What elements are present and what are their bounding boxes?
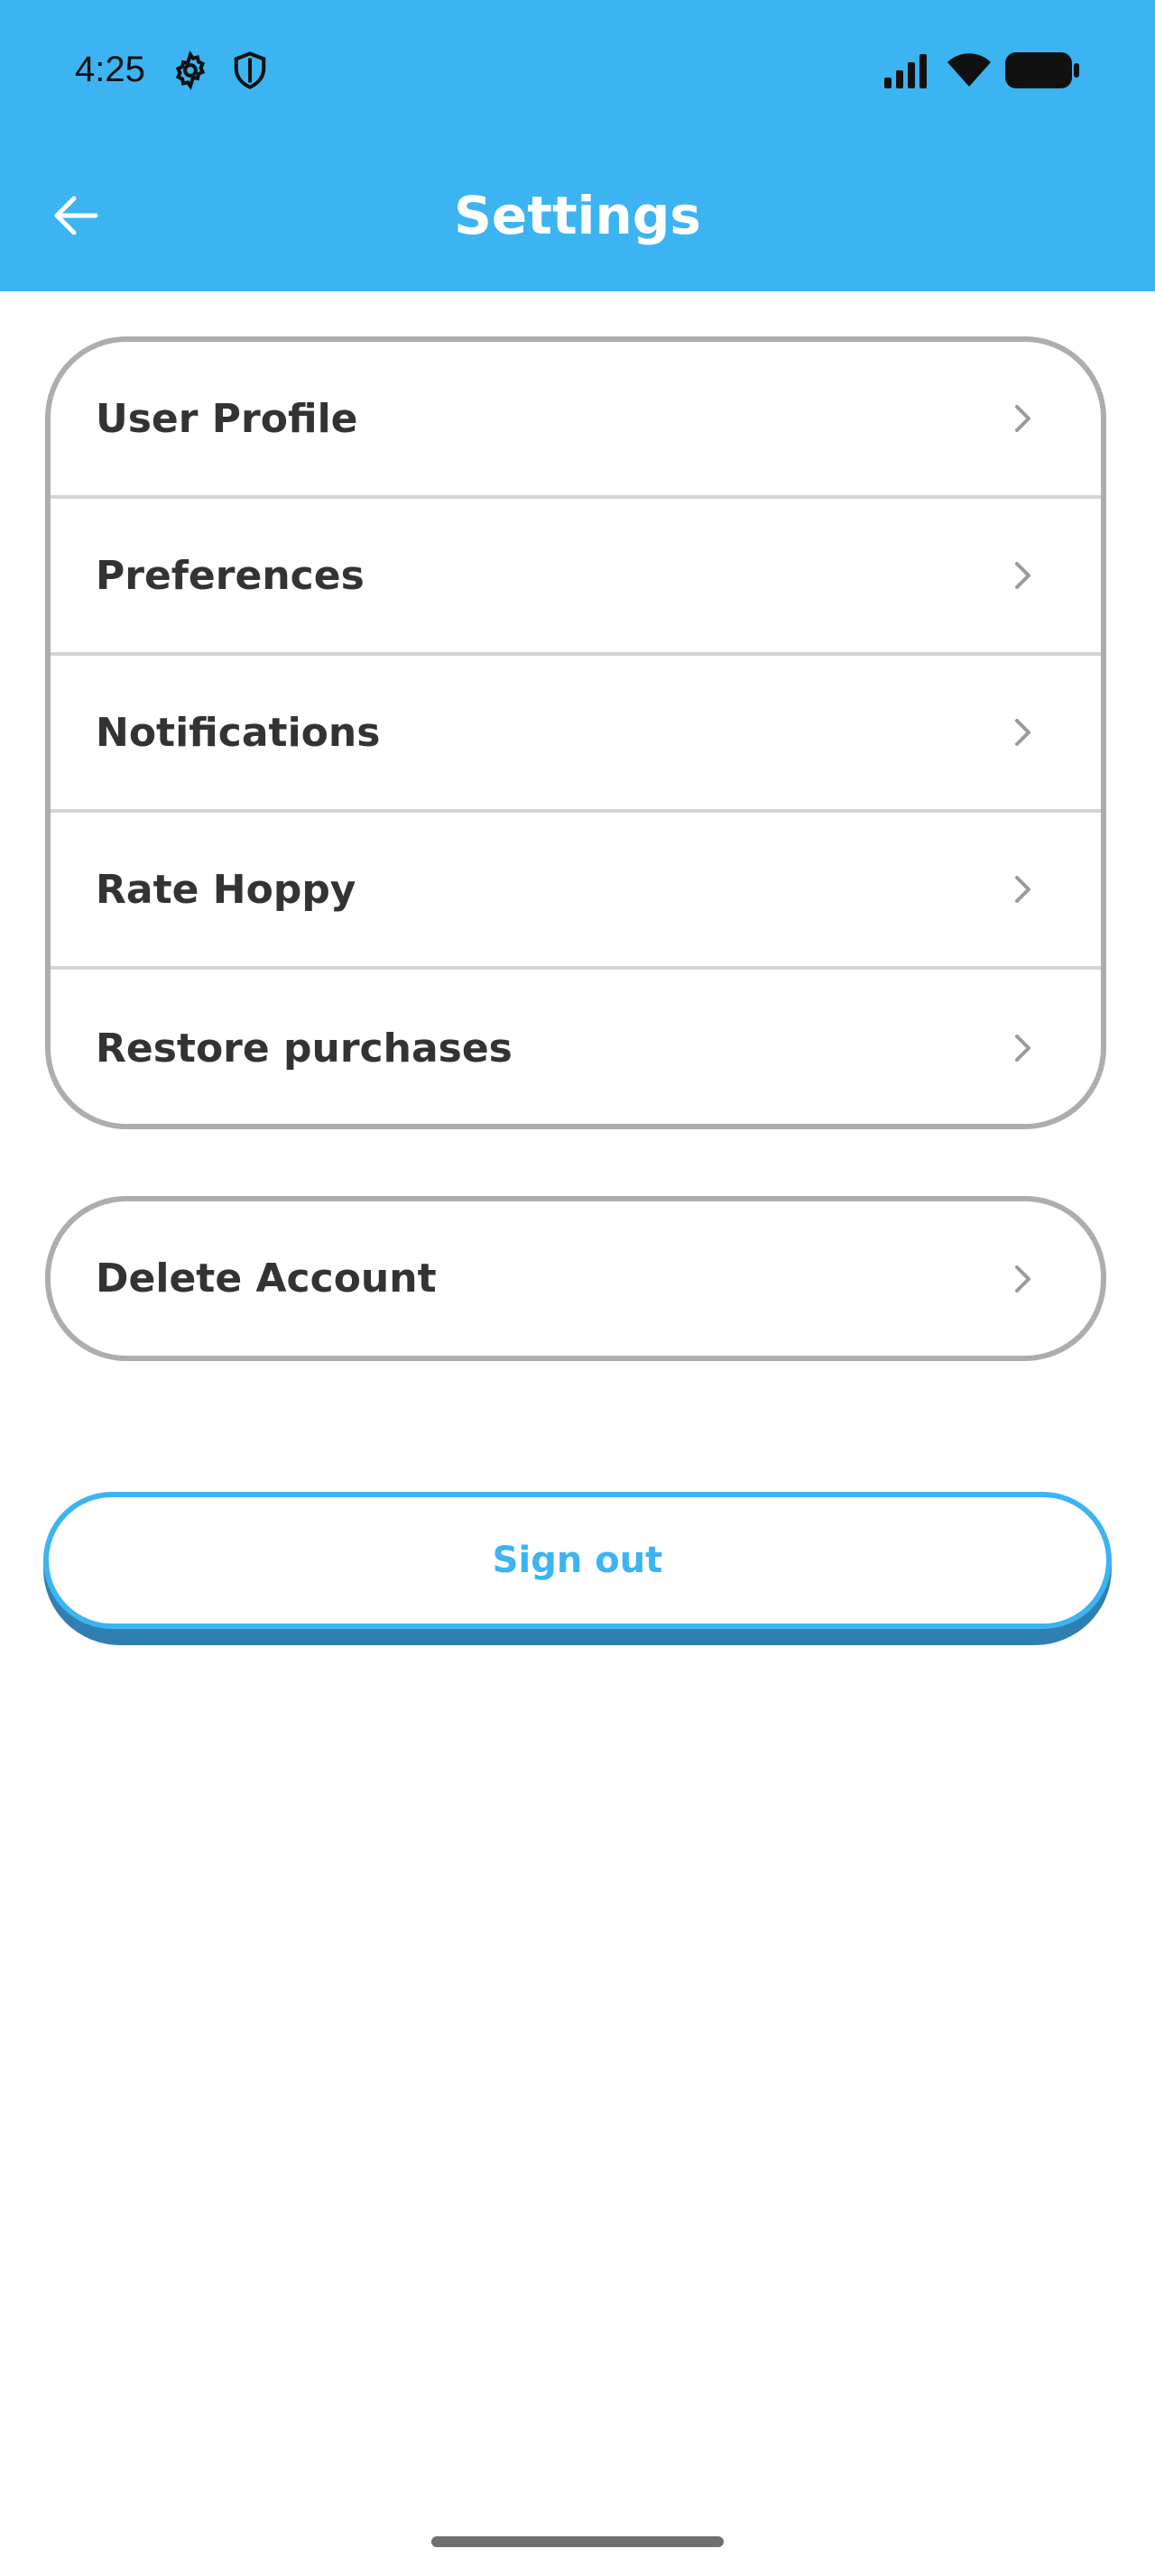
back-button[interactable] [36,176,116,255]
chevron-right-icon [1015,1265,1030,1293]
chevron-right-icon [1015,876,1030,903]
settings-item-preferences[interactable]: Preferences [51,499,1101,656]
chevron-right-icon [1015,719,1030,746]
header-bar: 4:25 Settings [0,0,1155,291]
arrow-left-icon [54,196,98,235]
settings-card: User Profile Preferences Notifications R… [45,336,1106,1129]
sign-out-label: Sign out [492,1540,663,1581]
settings-item-label: Notifications [96,709,381,756]
settings-item-label: Rate Hoppy [96,866,356,913]
sign-out-button-shadow: Sign out [43,1492,1112,1645]
battery-icon [1005,52,1079,88]
settings-item-restore-purchases[interactable]: Restore purchases [51,970,1101,1124]
account-card: Delete Account [45,1196,1106,1361]
status-bar: 4:25 [0,0,1155,140]
sign-out-button[interactable]: Sign out [43,1492,1112,1629]
delete-account-label: Delete Account [96,1256,437,1302]
status-time: 4:25 [75,50,145,89]
chevron-right-icon [1015,562,1030,589]
settings-item-label: Restore purchases [96,1025,513,1072]
settings-item-user-profile[interactable]: User Profile [51,342,1101,499]
home-indicator[interactable] [431,2536,724,2547]
settings-item-notifications[interactable]: Notifications [51,656,1101,813]
app-bar: Settings [0,140,1155,291]
delete-account-item[interactable]: Delete Account [51,1201,1101,1356]
chevron-right-icon [1015,405,1030,432]
settings-item-label: Preferences [96,552,365,599]
wifi-icon [947,53,991,87]
chevron-right-icon [1015,1035,1030,1062]
page-title: Settings [454,185,701,246]
shield-icon [234,51,266,89]
signal-icon [884,54,927,88]
settings-item-rate-hoppy[interactable]: Rate Hoppy [51,813,1101,970]
gear-icon [175,51,206,90]
settings-item-label: User Profile [96,395,358,442]
